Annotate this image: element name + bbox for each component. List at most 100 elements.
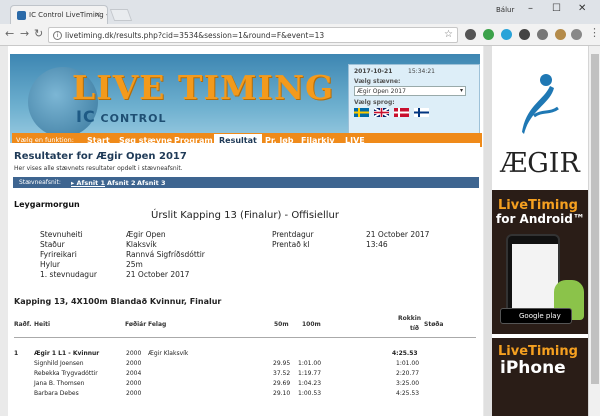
meta-label-2: Staður [40,240,65,249]
extension-icon-7[interactable] [571,29,582,40]
row-born: 2000 [126,380,142,387]
url-text: livetiming.dk/results.php?cid=3534&sessi… [65,31,325,40]
google-play-badge[interactable]: Google play [500,308,572,324]
minimize-icon[interactable]: – [528,3,533,14]
extension-icon-3[interactable] [501,29,512,40]
forward-icon[interactable]: → [20,27,29,40]
meta-label-4: Hylur [40,260,60,269]
col-rank: Raðf. [14,321,32,328]
extension-icon-5[interactable] [537,29,548,40]
event-heading: Kapping 13, 4X100m Blandað Kvinnur, Fina… [14,297,222,306]
android-ad-title: LiveTiming [498,198,578,213]
maximize-icon[interactable]: ☐ [552,3,561,14]
row-club: Ægir Klaksvík [148,350,189,357]
row-split-100: 1:00.53 [298,390,322,397]
meet-info-box: 2017-10-21 15:34:21 Vælg stævne: Ægir Op… [348,64,480,137]
extension-icon-2[interactable] [483,29,494,40]
col-split-100: 100m [302,321,321,328]
flag-danish-icon[interactable] [393,108,409,117]
section-link-3[interactable]: Afsnit 3 [137,179,165,187]
extension-icon-6[interactable] [555,29,566,40]
close-window-icon[interactable]: ✕ [578,3,586,14]
page-scrollbar[interactable] [484,46,492,416]
meta-value-print-date: 21 October 2017 [366,230,430,239]
section-link-2[interactable]: Afsnit 2 [107,179,135,187]
col-split-50: 50m [274,321,289,328]
back-icon[interactable]: ← [5,27,14,40]
favicon-icon [17,11,26,20]
logo-title: LIVE TIMING [72,68,335,107]
row-name: Signhild Joensen [34,360,84,367]
meta-value-4: 25m [126,260,143,269]
extension-icon-1[interactable] [465,29,476,40]
meta-value-2: Klaksvík [126,240,157,249]
club-logo-ad[interactable]: ÆGIR [492,56,588,188]
club-name: ÆGIR [500,148,580,179]
android-ad-subtitle: for Android™ [496,212,585,226]
meta-label-5: 1. stevnudagur [40,270,97,279]
flag-swedish-icon[interactable] [354,108,369,117]
row-split-100: 1:19.77 [298,370,322,377]
row-time: 4:25.53 [396,390,420,397]
window-scrollbar[interactable] [588,46,600,416]
meet-select[interactable]: Ægir Open 2017 ▾ [354,86,466,96]
flag-finnish-icon[interactable] [413,108,429,117]
page-title: Resultater for Ægir Open 2017 [14,151,187,162]
extension-icon-4[interactable] [519,29,530,40]
browser-window: IC Control LiveTiming - Æ × Bálur – ☐ ✕ … [0,0,600,416]
close-tab-icon[interactable]: × [94,10,101,19]
row-born: 2000 [126,360,142,367]
meta-label-print-date: Prentdagur [272,230,314,239]
swimmer-logo-icon [522,74,559,134]
address-bar[interactable]: i livetiming.dk/results.php?cid=3534&ses… [48,27,458,43]
new-tab-button[interactable] [109,9,133,21]
meta-label-3: Fyrireikari [40,250,77,259]
event-title: Úrslit Kapping 13 (Finalur) - Offisiellu… [151,210,339,221]
row-split-50: 29.95 [273,360,291,367]
browser-tab[interactable]: IC Control LiveTiming - Æ × [10,5,108,24]
row-born: 2000 [126,350,142,357]
meta-value-5: 21 October 2017 [126,270,190,279]
col-time-1: Rokkin [398,315,422,322]
col-name: Heiti [34,321,51,328]
meet-select-label: Vælg stævne: [354,78,401,85]
row-split-50: 37.52 [273,370,291,377]
iphone-ad-title: LiveTiming [498,344,578,359]
row-rank: 1 [14,350,19,357]
page-viewport: LIVE TIMING IC CONTROL 2017-10-21 15:34:… [0,46,600,416]
table-divider [14,337,476,338]
bookmark-star-icon[interactable]: ☆ [444,29,453,40]
row-name: Ægir 1 L1 - Kvinnur [34,350,100,357]
info-icon[interactable]: i [53,31,62,40]
row-born: 2004 [126,370,142,377]
android-app-ad[interactable]: LiveTiming for Android™ Google play [492,190,588,334]
row-split-100: 1:04.23 [298,380,322,387]
language-flags [354,108,474,117]
row-split-100: 1:01.00 [298,360,322,367]
day-heading: Leygarmorgun [14,200,80,209]
meta-label-print-time: Prentað kl [272,240,310,249]
current-time: 15:34:21 [408,68,435,75]
row-born: 2000 [126,390,142,397]
col-time-2: tíð [410,325,420,332]
flag-english-icon[interactable] [373,108,389,117]
browser-toolbar: ← → ↻ i livetiming.dk/results.php?cid=35… [0,24,600,46]
row-time: 2:20.77 [396,370,420,377]
profile-name[interactable]: Bálur [496,6,514,14]
iphone-app-ad[interactable]: LiveTiming iPhone [492,338,588,416]
col-born: Føðiár [125,321,147,328]
row-time: 3:25.00 [396,380,420,387]
row-split-50: 29.10 [273,390,291,397]
iphone-ad-subtitle: iPhone [500,358,566,378]
row-name: Rebekka Trygvadóttir [34,370,98,377]
results-content: Resultater for Ægir Open 2017 Her vises … [10,143,480,416]
language-label: Vælg sprog: [354,99,395,106]
row-split-50: 29.69 [273,380,291,387]
page-content: LIVE TIMING IC CONTROL 2017-10-21 15:34:… [8,46,483,416]
row-name: Barbara Debes [34,390,79,397]
section-link-1[interactable]: ▸ Afsnit 1 [71,179,105,187]
row-time: 4:25.53 [392,350,418,357]
reload-icon[interactable]: ↻ [34,27,43,40]
scrollbar-thumb[interactable] [591,54,599,384]
menu-icon[interactable]: ⋮ [589,26,600,39]
